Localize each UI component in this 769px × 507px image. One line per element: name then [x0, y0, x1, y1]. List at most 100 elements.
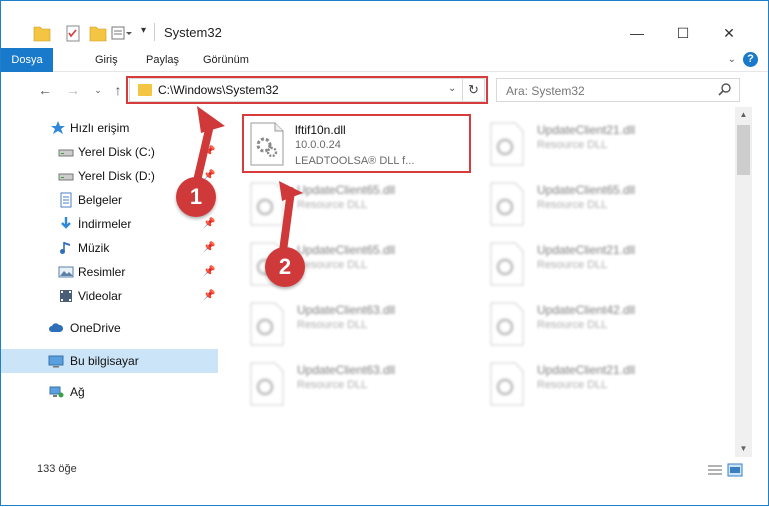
sidebar-item-videos[interactable]: Videolar 📌: [1, 285, 218, 307]
file-type: Resource DLL: [297, 199, 368, 211]
drive-icon: [58, 173, 74, 181]
sidebar-item-label: Videolar: [78, 289, 122, 303]
tab-share[interactable]: Paylaş: [136, 48, 189, 72]
sidebar-item-label: Yerel Disk (D:): [78, 169, 155, 183]
sidebar-item-label: OneDrive: [70, 321, 121, 335]
dll-file-icon: [490, 182, 524, 226]
pin-icon[interactable]: 📌: [203, 266, 215, 277]
properties-icon[interactable]: [64, 23, 82, 43]
new-folder-icon[interactable]: [89, 23, 107, 43]
ribbon-expand-icon[interactable]: ⌄: [728, 54, 736, 65]
sidebar-item-music[interactable]: Müzik 📌: [1, 237, 218, 259]
title-divider: [154, 23, 155, 41]
pin-icon[interactable]: 📌: [203, 218, 215, 229]
file-name: UpdateClient21.dll: [537, 243, 636, 257]
recent-locations-button[interactable]: ⌄: [88, 79, 108, 101]
videos-icon: [60, 290, 72, 302]
folder-icon: [138, 84, 152, 96]
file-tile[interactable]: UpdateClient21.dll Resource DLL: [487, 357, 717, 411]
file-version: 10.0.0.24: [295, 139, 341, 151]
file-name: UpdateClient65.dll: [537, 183, 636, 197]
qa-dropdown-icon[interactable]: ▾: [141, 25, 146, 45]
dll-file-icon: [490, 122, 524, 166]
file-name: UpdateClient63.dll: [297, 303, 396, 317]
sidebar-item-label: Yerel Disk (C:): [78, 145, 155, 159]
scrollbar-thumb[interactable]: [737, 125, 750, 175]
file-type: Resource DLL: [537, 139, 608, 151]
file-description: LEADTOOLSA® DLL f...: [295, 155, 415, 167]
file-tile-selected[interactable]: lftif10n.dll 10.0.0.24 LEADTOOLSA® DLL f…: [247, 117, 477, 171]
pin-icon[interactable]: 📌: [203, 290, 215, 301]
file-name: UpdateClient21.dll: [537, 363, 636, 377]
sidebar-item-onedrive[interactable]: OneDrive: [1, 317, 218, 339]
navigation-pane: Hızlı erişim Yerel Disk (C:) 📌 Yerel Dis…: [1, 111, 219, 456]
sidebar-item-this-pc[interactable]: Bu bilgisayar: [1, 349, 218, 373]
sidebar-item-network[interactable]: Ağ: [1, 381, 218, 403]
file-tile[interactable]: UpdateClient65.dll Resource DLL: [247, 177, 477, 231]
file-name: UpdateClient63.dll: [297, 363, 396, 377]
maximize-button[interactable]: ☐: [660, 19, 706, 47]
scroll-up-icon[interactable]: ▲: [735, 107, 752, 123]
close-button[interactable]: ✕: [706, 19, 752, 47]
address-dropdown-icon[interactable]: ⌄: [448, 83, 456, 94]
sidebar-item-label: Bu bilgisayar: [70, 354, 139, 368]
vertical-scrollbar[interactable]: ▲ ▼: [735, 107, 752, 457]
file-name: lftif10n.dll: [295, 123, 346, 137]
sidebar-item-pictures[interactable]: Resimler 📌: [1, 261, 218, 283]
file-type: Resource DLL: [297, 259, 368, 271]
file-tile[interactable]: UpdateClient63.dll Resource DLL: [247, 297, 477, 351]
help-button[interactable]: ?: [743, 52, 758, 67]
file-tile[interactable]: UpdateClient21.dll Resource DLL: [487, 117, 717, 171]
pin-icon[interactable]: 📌: [203, 242, 215, 253]
file-type: Resource DLL: [297, 319, 368, 331]
folder-icon: [33, 26, 51, 42]
window-title: System32: [164, 25, 222, 40]
network-icon: [49, 386, 64, 398]
sidebar-item-quick-access[interactable]: Hızlı erişim: [1, 117, 218, 139]
sidebar-item-downloads[interactable]: İndirmeler 📌: [1, 213, 218, 235]
file-tile[interactable]: UpdateClient42.dll Resource DLL: [487, 297, 717, 351]
file-tile[interactable]: UpdateClient65.dll Resource DLL: [487, 177, 717, 231]
back-button[interactable]: ←: [35, 79, 55, 101]
file-name: UpdateClient21.dll: [537, 123, 636, 137]
sidebar-item-label: Ağ: [70, 385, 85, 399]
sidebar-item-label: Müzik: [78, 241, 110, 255]
dll-file-icon: [490, 302, 524, 346]
file-name: UpdateClient65.dll: [297, 243, 396, 257]
scroll-down-icon[interactable]: ▼: [735, 441, 752, 457]
address-path[interactable]: C:\Windows\System32: [158, 83, 279, 97]
sidebar-item-disk-c[interactable]: Yerel Disk (C:) 📌: [1, 141, 218, 163]
status-bar: 133 öğe: [1, 457, 768, 481]
customize-toolbar-icon[interactable]: [111, 23, 133, 43]
file-type: Resource DLL: [537, 319, 608, 331]
tiles-view-icon[interactable]: [727, 463, 743, 477]
minimize-button[interactable]: —: [614, 19, 660, 47]
computer-icon: [48, 355, 64, 368]
title-bar: ▾ System32 — ☐ ✕: [1, 1, 768, 47]
explorer-window: ▾ System32 — ☐ ✕ Dosya Giriş Paylaş Görü…: [0, 0, 769, 506]
file-tile[interactable]: UpdateClient21.dll Resource DLL: [487, 237, 717, 291]
search-placeholder: Ara: System32: [506, 84, 585, 98]
file-tile[interactable]: UpdateClient63.dll Resource DLL: [247, 357, 477, 411]
search-input[interactable]: Ara: System32: [496, 78, 740, 102]
up-button[interactable]: ↑: [108, 79, 128, 101]
address-bar[interactable]: C:\Windows\System32 ⌄ ↻: [129, 78, 485, 102]
dll-file-icon: [490, 362, 524, 406]
tab-view[interactable]: Görünüm: [193, 48, 259, 72]
tab-home[interactable]: Giriş: [85, 48, 128, 72]
file-name: UpdateClient42.dll: [537, 303, 636, 317]
file-type: Resource DLL: [297, 379, 368, 391]
pin-icon[interactable]: 📌: [203, 146, 215, 157]
tab-file[interactable]: Dosya: [1, 48, 53, 72]
details-view-icon[interactable]: [707, 463, 723, 477]
music-icon: [60, 242, 70, 254]
dll-file-icon: [250, 122, 284, 166]
step-badge-1: 1: [176, 177, 216, 217]
file-type: Resource DLL: [537, 199, 608, 211]
sidebar-item-label: Resimler: [78, 265, 126, 279]
refresh-button[interactable]: ↻: [462, 79, 484, 101]
search-icon: [718, 83, 731, 96]
file-type: Resource DLL: [537, 259, 608, 271]
dll-file-icon: [490, 242, 524, 286]
forward-button[interactable]: →: [63, 79, 83, 101]
